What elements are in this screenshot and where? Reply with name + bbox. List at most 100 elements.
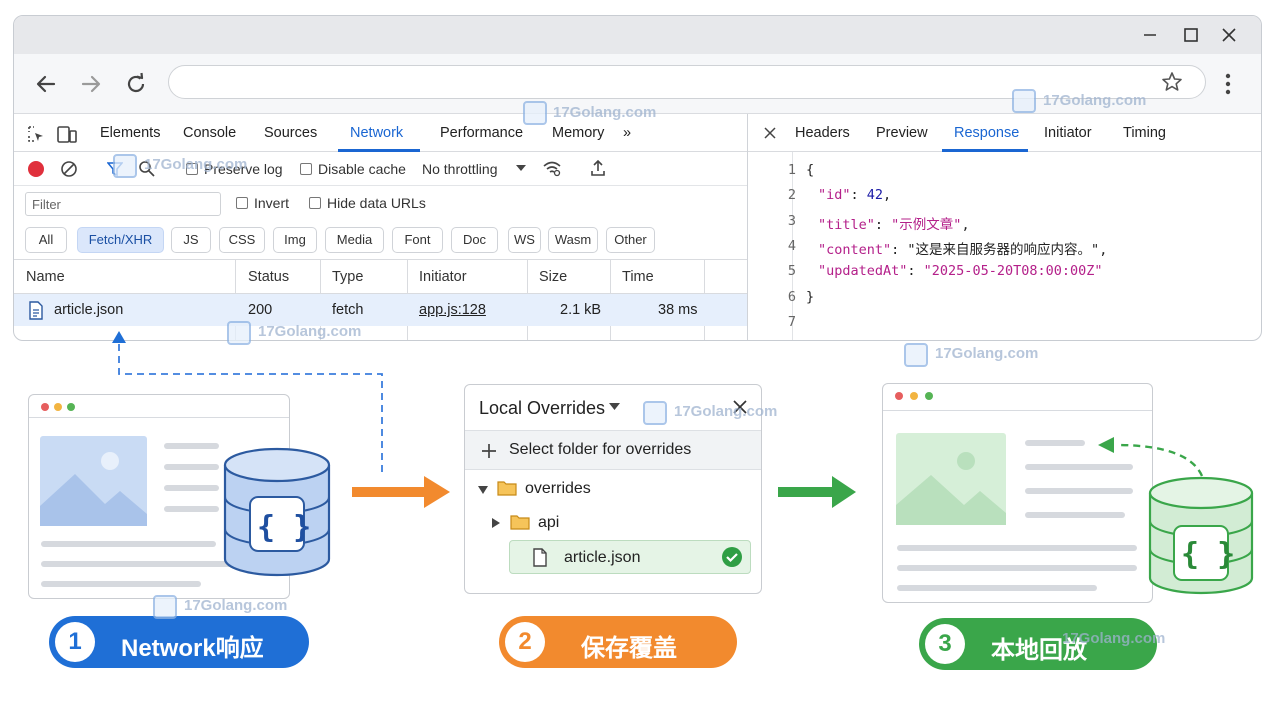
- watermark-logo-icon: [113, 154, 137, 178]
- filter-input[interactable]: Filter: [25, 192, 221, 216]
- clear-icon[interactable]: [60, 160, 78, 178]
- watermark: 17Golang.com: [674, 403, 778, 420]
- more-tabs-button[interactable]: »: [623, 125, 631, 141]
- tab-memory[interactable]: Memory: [552, 125, 604, 141]
- step-number: 1: [55, 622, 95, 662]
- local-database-icon: [1148, 476, 1254, 595]
- column-status[interactable]: Status: [248, 269, 289, 285]
- chevron-down-icon: [516, 165, 526, 171]
- type-filter-css[interactable]: CSS: [219, 227, 265, 253]
- hide-data-urls-checkbox[interactable]: [309, 197, 321, 209]
- menu-dots-icon[interactable]: [1220, 72, 1236, 96]
- step-label: 保存覆盖: [581, 635, 677, 662]
- row-name: article.json: [54, 302, 124, 318]
- network-conditions-icon[interactable]: [542, 160, 562, 178]
- disable-cache-checkbox[interactable]: [300, 163, 312, 175]
- tab-console[interactable]: Console: [183, 125, 236, 141]
- detail-tabs: Headers Preview Response Initiator Timin…: [748, 114, 1261, 152]
- row-initiator-link[interactable]: app.js:128: [419, 302, 486, 318]
- tab-initiator[interactable]: Initiator: [1044, 125, 1092, 141]
- tab-headers[interactable]: Headers: [795, 125, 850, 141]
- line-number: 7: [787, 313, 796, 330]
- watermark-logo-icon: [1012, 89, 1036, 113]
- device-toolbar-icon[interactable]: [56, 123, 78, 145]
- watermark: 17Golang.com: [935, 345, 1039, 362]
- disable-cache-label: Disable cache: [318, 161, 406, 177]
- chevron-down-icon[interactable]: [609, 403, 620, 411]
- throttling-select[interactable]: No throttling: [422, 161, 497, 177]
- code-line: "title": "示例文章",: [818, 216, 970, 233]
- export-har-icon[interactable]: [589, 159, 607, 177]
- json-badge: { }: [1181, 537, 1236, 572]
- type-filter-img[interactable]: Img: [273, 227, 317, 253]
- check-icon: [722, 547, 742, 567]
- watermark: 17Golang.com: [1062, 630, 1166, 647]
- back-icon[interactable]: [32, 70, 60, 98]
- folder-icon: [510, 515, 530, 530]
- watermark: 17Golang.com: [258, 323, 362, 340]
- close-detail-icon[interactable]: [764, 127, 776, 139]
- type-filter-all[interactable]: All: [25, 227, 67, 253]
- folder-overrides[interactable]: overrides: [525, 480, 591, 498]
- browser-window: Elements Console Sources Network Perform…: [13, 15, 1262, 341]
- arrow-right-icon: [352, 476, 450, 508]
- override-file-item[interactable]: article.json: [509, 540, 751, 574]
- type-filter-wasm[interactable]: Wasm: [548, 227, 598, 253]
- image-placeholder-icon: [896, 433, 1006, 525]
- column-type[interactable]: Type: [332, 269, 363, 285]
- file-icon: [29, 301, 43, 320]
- tab-performance[interactable]: Performance: [440, 125, 523, 141]
- tab-preview[interactable]: Preview: [876, 125, 928, 141]
- code-line: "updatedAt": "2025-05-20T08:00:00Z": [818, 263, 1103, 280]
- collapse-arrow-icon[interactable]: [492, 518, 500, 528]
- code-line: "content": "这是来自服务器的响应内容。",: [818, 241, 1108, 258]
- tab-sources[interactable]: Sources: [264, 125, 317, 141]
- type-filter-ws[interactable]: WS: [508, 227, 541, 253]
- code-line: }: [806, 288, 815, 305]
- column-size[interactable]: Size: [539, 269, 567, 285]
- line-number: 2: [787, 187, 796, 204]
- select-folder-label: Select folder for overrides: [509, 441, 692, 458]
- line-number: 1: [787, 162, 796, 178]
- folder-api[interactable]: api: [538, 514, 559, 532]
- column-name[interactable]: Name: [26, 269, 65, 285]
- reload-icon[interactable]: [122, 70, 150, 98]
- close-window-icon[interactable]: [1218, 24, 1240, 46]
- step-number: 2: [505, 622, 545, 662]
- response-body[interactable]: 1 {2 "id": 42, 3 "title": "示例文章", 4 "content":…: [748, 152, 1261, 340]
- watermark: 17Golang.com: [144, 156, 248, 173]
- select-folder-row[interactable]: Select folder for overrides: [465, 430, 761, 470]
- bookmark-star-icon[interactable]: [1161, 71, 1183, 93]
- tab-timing[interactable]: Timing: [1123, 125, 1166, 141]
- replayed-webpage-illustration: [882, 383, 1153, 603]
- column-initiator[interactable]: Initiator: [419, 269, 467, 285]
- overrides-title[interactable]: Local Overrides: [479, 398, 605, 419]
- watermark-logo-icon: [523, 101, 547, 125]
- type-filter-other[interactable]: Other: [606, 227, 655, 253]
- expand-arrow-icon[interactable]: [478, 486, 488, 495]
- type-filter-font[interactable]: Font: [392, 227, 443, 253]
- watermark: 17Golang.com: [553, 104, 657, 121]
- tab-elements[interactable]: Elements: [100, 125, 160, 141]
- inspect-element-icon[interactable]: [26, 124, 46, 144]
- forward-icon[interactable]: [77, 70, 105, 98]
- minimize-icon[interactable]: [1139, 24, 1161, 46]
- column-time[interactable]: Time: [622, 269, 654, 285]
- window-dot: [910, 392, 918, 400]
- type-filter-js[interactable]: JS: [171, 227, 211, 253]
- plus-icon: [482, 444, 496, 458]
- invert-label: Invert: [254, 195, 290, 211]
- type-filter-fetch-xhr[interactable]: Fetch/XHR: [77, 227, 164, 253]
- watermark: 17Golang.com: [1043, 92, 1147, 109]
- maximize-icon[interactable]: [1180, 24, 1202, 46]
- type-filter-doc[interactable]: Doc: [451, 227, 498, 253]
- table-row[interactable]: article.json 200 fetch app.js:128 2.1 kB…: [14, 294, 747, 326]
- tab-response[interactable]: Response: [954, 125, 1019, 141]
- tab-network[interactable]: Network: [350, 125, 403, 141]
- invert-checkbox[interactable]: [236, 197, 248, 209]
- window-dot: [895, 392, 903, 400]
- type-filter-media[interactable]: Media: [325, 227, 384, 253]
- file-icon: [533, 548, 547, 567]
- watermark-logo-icon: [643, 401, 667, 425]
- record-icon[interactable]: [28, 161, 44, 177]
